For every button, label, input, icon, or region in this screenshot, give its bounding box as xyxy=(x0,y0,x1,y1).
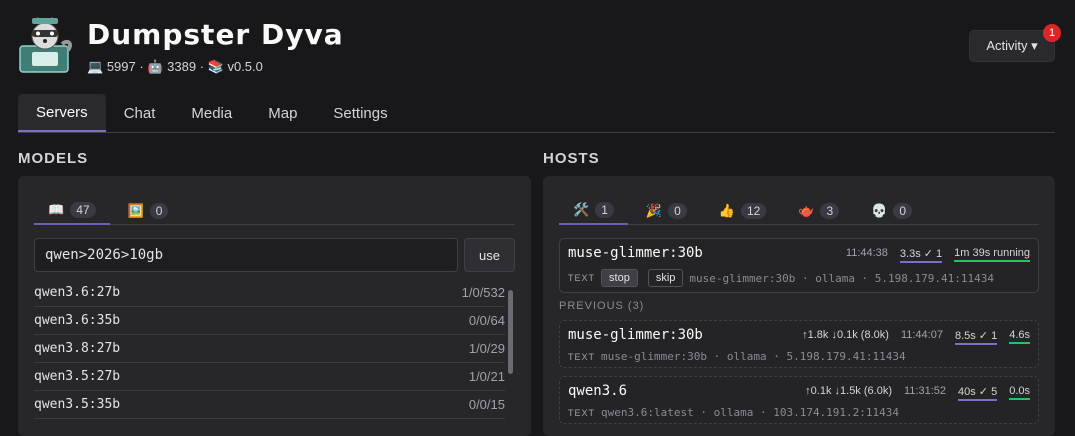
activity-badge: 1 xyxy=(1043,24,1061,42)
host-details: TEXT stop skip muse-glimmer:30b · ollama… xyxy=(568,269,994,287)
host-metrics: ↑0.1k ↓1.5k (6.0k) 11:31:52 40s ✓ 5 0.0s xyxy=(805,385,1030,401)
tab-working-hosts[interactable]: 🛠️ 1 xyxy=(559,196,628,225)
books-icon: 📚 xyxy=(207,59,224,74)
activity-button[interactable]: Activity ▾ 1 xyxy=(969,24,1061,62)
hosts-panel: 🛠️ 1 🎉 0 👍 12 🫖 3 💀 0 muse-glimmer:30b 1… xyxy=(543,176,1055,436)
dead-count: 0 xyxy=(893,202,913,219)
good-count: 12 xyxy=(740,202,767,219)
host-tokens: ↑1.8k ↓0.1k (8.0k) xyxy=(802,329,889,341)
tab-text-models[interactable]: 📖 47 xyxy=(34,196,110,225)
tab-good-hosts[interactable]: 👍 12 xyxy=(705,196,781,225)
raccoon-logo xyxy=(18,16,74,74)
party-count: 0 xyxy=(668,202,687,219)
working-count: 1 xyxy=(595,201,614,218)
hosts-title: HOSTS xyxy=(543,150,600,167)
tab-media[interactable]: Media xyxy=(173,94,250,132)
previous-label: PREVIOUS (3) xyxy=(559,300,645,312)
teapot-icon: 🫖 xyxy=(798,202,815,218)
tab-chat[interactable]: Chat xyxy=(106,94,174,132)
host-duration: 4.6s xyxy=(1009,329,1030,344)
host-metrics: ↑1.8k ↓0.1k (8.0k) 11:44:07 8.5s ✓ 1 4.6… xyxy=(802,329,1030,345)
host-time: 11:44:07 xyxy=(900,329,943,341)
host-detail: qwen3.6:latest · ollama · 103.174.191.2:… xyxy=(601,406,900,419)
models-count: 3389 xyxy=(167,59,197,74)
book-icon: 📖 xyxy=(48,201,65,217)
hosts-subtabs: 🛠️ 1 🎉 0 👍 12 🫖 3 💀 0 xyxy=(559,196,1039,225)
models-scrollbar[interactable] xyxy=(508,290,513,374)
app-title: Dumpster Dyva xyxy=(87,18,344,51)
skull-icon: 💀 xyxy=(871,202,888,218)
host-detail: muse-glimmer:30b · ollama · 5.198.179.41… xyxy=(601,350,906,363)
party-icon: 🎉 xyxy=(645,202,663,218)
tools-icon: 🛠️ xyxy=(573,201,590,217)
tab-teapot-hosts[interactable]: 🫖 3 xyxy=(784,196,853,225)
teapot-count: 3 xyxy=(820,202,840,219)
host-details: TEXT muse-glimmer:30b · ollama · 5.198.1… xyxy=(568,350,906,363)
tab-image-models[interactable]: 🖼️ 0 xyxy=(114,196,183,225)
host-status: 1m 39s running xyxy=(954,247,1030,262)
previous-host-card: muse-glimmer:30b ↑1.8k ↓0.1k (8.0k) 11:4… xyxy=(559,320,1039,368)
tab-servers[interactable]: Servers xyxy=(18,94,106,132)
host-model-name: muse-glimmer:30b xyxy=(568,327,703,343)
host-type: TEXT xyxy=(568,351,596,362)
host-metric: 8.5s ✓ 1 xyxy=(954,329,998,345)
host-model-name: qwen3.6 xyxy=(568,383,628,399)
list-item[interactable]: qwen3.5:35b 0/0/15 xyxy=(34,391,505,419)
stop-button[interactable]: stop xyxy=(601,269,638,287)
list-item[interactable]: qwen3.6:35b 0/0/64 xyxy=(34,307,505,335)
servers-count: 5997 xyxy=(106,59,136,74)
app-stats: 💻 5997 · 🤖 3389 · 📚 v0.5.0 xyxy=(87,59,263,75)
app-version: v0.5.0 xyxy=(227,59,263,74)
model-name: qwen3.8:27b xyxy=(34,341,121,356)
host-metric: 3.3s ✓ 1 xyxy=(899,247,943,263)
host-tokens: ↑0.1k ↓1.5k (6.0k) xyxy=(805,385,892,397)
model-stat: 0/0/64 xyxy=(468,313,505,328)
list-item[interactable]: qwen3.6:27b 1/0/532 xyxy=(34,279,505,307)
tab-party-hosts[interactable]: 🎉 0 xyxy=(632,196,701,225)
text-models-count: 47 xyxy=(70,201,96,218)
models-panel: 📖 47 🖼️ 0 qwen>2026>10gb use qwen3.6:27b… xyxy=(18,176,531,436)
robot-icon: 🤖 xyxy=(147,59,164,74)
image-icon: 🖼️ xyxy=(127,202,144,218)
model-stat: 1/0/21 xyxy=(468,369,505,384)
skip-button[interactable]: skip xyxy=(647,269,684,287)
use-button[interactable]: use xyxy=(464,238,515,272)
model-name: qwen3.6:27b xyxy=(34,285,121,300)
host-time: 11:31:52 xyxy=(904,385,947,397)
activity-label: Activity ▾ xyxy=(986,38,1038,53)
image-models-count: 0 xyxy=(149,202,169,219)
previous-host-card: qwen3.6 ↑0.1k ↓1.5k (6.0k) 11:31:52 40s … xyxy=(559,376,1039,424)
model-name: qwen3.5:27b xyxy=(34,369,121,384)
tab-settings[interactable]: Settings xyxy=(315,94,405,132)
list-item[interactable]: qwen3.8:27b 1/0/29 xyxy=(34,335,505,363)
current-host-card: muse-glimmer:30b 11:44:38 3.3s ✓ 1 1m 39… xyxy=(559,238,1039,293)
model-name: qwen3.5:35b xyxy=(34,397,121,412)
list-item[interactable]: qwen3.5:27b 1/0/21 xyxy=(34,363,505,391)
tab-dead-hosts[interactable]: 💀 0 xyxy=(857,196,926,225)
host-type: TEXT xyxy=(568,407,596,418)
host-metric: 40s ✓ 5 xyxy=(958,385,998,401)
host-type: TEXT xyxy=(568,273,596,283)
host-time: 11:44:38 xyxy=(845,247,888,259)
model-search-input[interactable]: qwen>2026>10gb xyxy=(34,238,458,272)
stats-separator: · xyxy=(199,59,205,74)
host-detail: muse-glimmer:30b · ollama · 5.198.179.41… xyxy=(689,271,995,285)
model-stat: 0/0/15 xyxy=(468,397,505,412)
app-header: Dumpster Dyva 💻 5997 · 🤖 3389 · 📚 v0.5.0… xyxy=(18,16,1061,76)
model-stat: 1/0/29 xyxy=(468,341,505,356)
models-title: MODELS xyxy=(18,150,89,167)
models-subtabs: 📖 47 🖼️ 0 xyxy=(34,196,515,225)
main-tabs: Servers Chat Media Map Settings xyxy=(18,94,1055,133)
host-duration: 0.0s xyxy=(1009,385,1030,400)
host-details: TEXT qwen3.6:latest · ollama · 103.174.1… xyxy=(568,406,899,419)
host-metrics: 11:44:38 3.3s ✓ 1 1m 39s running xyxy=(846,247,1030,263)
stats-separator: · xyxy=(139,59,144,74)
model-stat: 1/0/532 xyxy=(461,285,505,300)
laptop-icon: 💻 xyxy=(87,59,104,74)
host-model-name: muse-glimmer:30b xyxy=(568,245,703,261)
tab-map[interactable]: Map xyxy=(250,94,315,132)
thumbs-up-icon: 👍 xyxy=(718,202,735,218)
model-name: qwen3.6:35b xyxy=(34,313,121,328)
